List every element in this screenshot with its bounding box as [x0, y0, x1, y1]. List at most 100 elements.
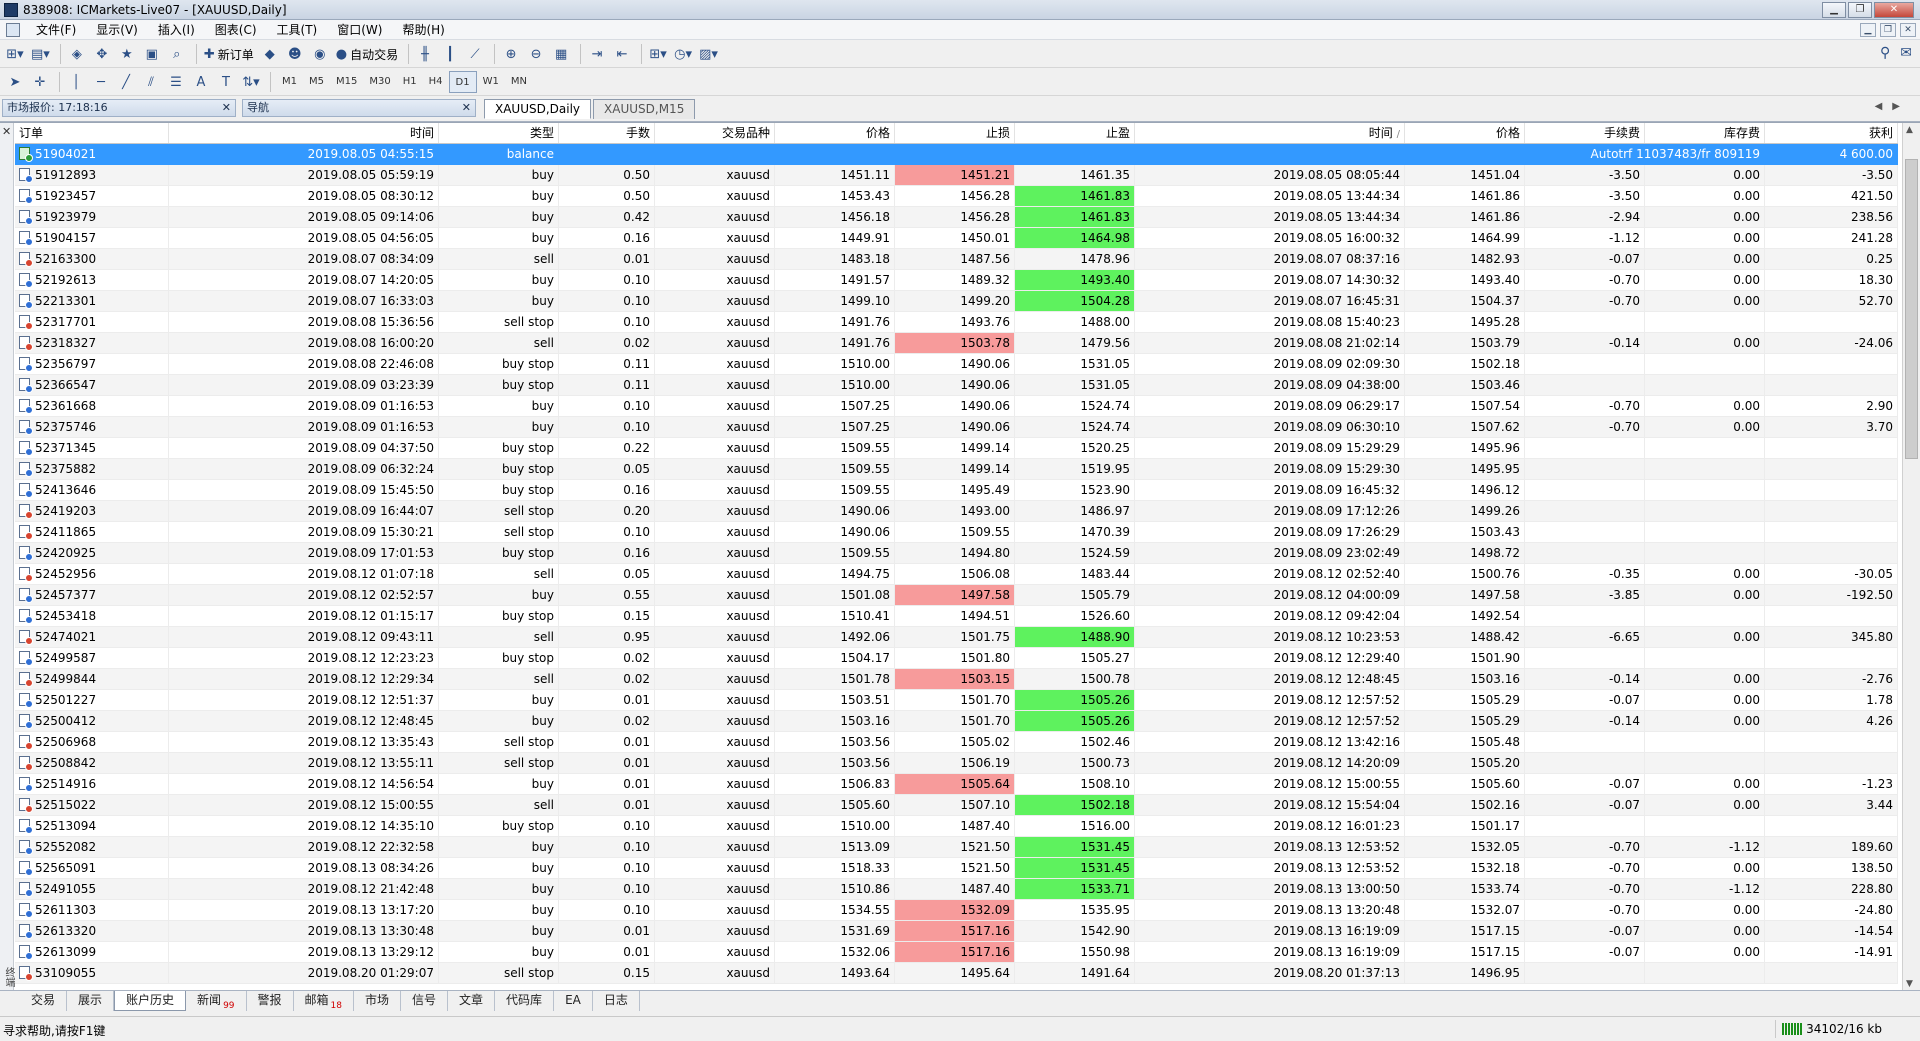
close-icon[interactable]: ✕ [462, 100, 471, 116]
col-swap[interactable]: 库存费 [1645, 123, 1765, 143]
table-row[interactable]: 52366547 2019.08.09 03:23:39 buy stop 0.11 x… [15, 375, 1898, 396]
profiles-icon[interactable]: ▤▾ [29, 43, 52, 65]
templates-icon[interactable]: ▨▾ [697, 43, 720, 65]
terminal-tab[interactable]: 警报 [247, 991, 294, 1011]
maximize-button[interactable]: ❐ [1848, 2, 1872, 18]
text-icon[interactable]: A [190, 71, 212, 93]
terminal-tab[interactable]: 新闻 99 [186, 991, 247, 1011]
navigator-icon[interactable]: ★ [116, 43, 138, 65]
menu-tools[interactable]: 工具(T) [267, 20, 328, 40]
terminal-icon[interactable]: ▣ [141, 43, 163, 65]
close-icon[interactable]: ✕ [222, 100, 231, 116]
terminal-tab[interactable]: 信号 [401, 991, 449, 1011]
table-row[interactable]: 51923979 2019.08.05 09:14:06 buy 0.42 xauusd… [15, 207, 1898, 228]
terminal-tab[interactable]: 文章 [448, 991, 496, 1011]
table-row[interactable]: 52453418 2019.08.12 01:15:17 buy stop 0.15 x… [15, 606, 1898, 627]
menu-file[interactable]: 文件(F) [26, 20, 86, 40]
minimize-button[interactable]: ▁ [1822, 2, 1846, 18]
channel-icon[interactable]: ⫽ [140, 71, 162, 93]
data-window-icon[interactable]: ✥ [91, 43, 113, 65]
timeframe-m30[interactable]: M30 [363, 71, 396, 93]
table-row[interactable]: 51904021 2019.08.05 04:55:15 balance Autotr… [15, 144, 1898, 165]
terminal-tab[interactable]: 账户历史 [114, 991, 187, 1011]
table-row[interactable]: 52513094 2019.08.12 14:35:10 buy stop 0.10 x… [15, 816, 1898, 837]
zoom-in-icon[interactable]: ⊕ [500, 43, 522, 65]
table-row[interactable]: 52500412 2019.08.12 12:48:45 buy 0.02 xauusd… [15, 711, 1898, 732]
timeframe-m1[interactable]: M1 [276, 71, 303, 93]
auto-trading-button[interactable]: ● 自动交易 [334, 43, 400, 65]
child-close-button[interactable]: ✕ [1900, 23, 1916, 37]
col-stop-loss[interactable]: 止损 [895, 123, 1015, 143]
menu-window[interactable]: 窗口(W) [327, 20, 392, 40]
menu-charts[interactable]: 图表(C) [205, 20, 267, 40]
table-row[interactable]: 52361668 2019.08.09 01:16:53 buy 0.10 xauusd… [15, 396, 1898, 417]
table-row[interactable]: 52474021 2019.08.12 09:43:11 sell 0.95 xauus… [15, 627, 1898, 648]
terminal-tab[interactable]: 代码库 [495, 991, 555, 1011]
table-row[interactable]: 52420925 2019.08.09 17:01:53 buy stop 0.16 x… [15, 543, 1898, 564]
tile-windows-icon[interactable]: ▦ [550, 43, 572, 65]
child-minimize-button[interactable]: ▁ [1860, 23, 1876, 37]
vps-icon[interactable]: ◉ [309, 43, 331, 65]
terminal-tab[interactable]: 市场 [354, 991, 402, 1011]
table-row[interactable]: 52515022 2019.08.12 15:00:55 sell 0.01 xauus… [15, 795, 1898, 816]
line-chart-icon[interactable]: ⟋ [464, 43, 486, 65]
horizontal-line-icon[interactable]: ─ [90, 71, 112, 93]
table-row[interactable]: 51912893 2019.08.05 05:59:19 buy 0.50 xauusd… [15, 165, 1898, 186]
chart-shift-icon[interactable]: ⇤ [611, 43, 633, 65]
scroll-up-icon[interactable]: ▲ [1906, 125, 1913, 135]
document-icon[interactable] [6, 22, 20, 37]
timeframe-w1[interactable]: W1 [477, 71, 505, 93]
terminal-tab[interactable]: 展示 [67, 991, 115, 1011]
table-row[interactable]: 52613099 2019.08.13 13:29:12 buy 0.01 xauusd… [15, 942, 1898, 963]
table-row[interactable]: 52613320 2019.08.13 13:30:48 buy 0.01 xauusd… [15, 921, 1898, 942]
terminal-tab[interactable]: 交易 [20, 991, 68, 1011]
periods-icon[interactable]: ◷▾ [672, 43, 694, 65]
table-row[interactable]: 52452956 2019.08.12 01:07:18 sell 0.05 xauus… [15, 564, 1898, 585]
vertical-scrollbar[interactable]: ▲ ▼ [1902, 123, 1920, 991]
chart-tab-scroll[interactable]: ◀▶ [1875, 101, 1910, 112]
table-row[interactable]: 52514916 2019.08.12 14:56:54 buy 0.01 xauusd… [15, 774, 1898, 795]
new-order-button[interactable]: ✚ 新订单 [202, 43, 256, 65]
col-open-price[interactable]: 价格 [775, 123, 895, 143]
navigator-panel[interactable]: 导航 ✕ [242, 99, 476, 117]
timeframe-h4[interactable]: H4 [423, 71, 449, 93]
table-row[interactable]: 51904157 2019.08.05 04:56:05 buy 0.16 xauusd… [15, 228, 1898, 249]
auto-scroll-icon[interactable]: ⇥ [586, 43, 608, 65]
table-row[interactable]: 52508842 2019.08.12 13:55:11 sell stop 0.01… [15, 753, 1898, 774]
table-row[interactable]: 52499844 2019.08.12 12:29:34 sell 0.02 xauus… [15, 669, 1898, 690]
table-row[interactable]: 52356797 2019.08.08 22:46:08 buy stop 0.11 x… [15, 354, 1898, 375]
crosshair-icon[interactable]: ✛ [29, 71, 51, 93]
table-row[interactable]: 52163300 2019.08.07 08:34:09 sell 0.01 xauus… [15, 249, 1898, 270]
table-row[interactable]: 53109055 2019.08.20 01:29:07 sell stop 0.15… [15, 963, 1898, 984]
fibonacci-icon[interactable]: ☰ [165, 71, 187, 93]
timeframe-d1[interactable]: D1 [448, 71, 477, 93]
close-icon[interactable]: ✕ [2, 125, 11, 138]
col-commission[interactable]: 手续费 [1525, 123, 1645, 143]
col-type[interactable]: 类型 [439, 123, 559, 143]
timeframe-m5[interactable]: M5 [303, 71, 330, 93]
vertical-line-icon[interactable]: │ [65, 71, 87, 93]
connection-status[interactable]: 34102/16 kb [1775, 1020, 1882, 1038]
menu-help[interactable]: 帮助(H) [392, 20, 454, 40]
table-row[interactable]: 52318327 2019.08.08 16:00:20 sell 0.02 xauus… [15, 333, 1898, 354]
menu-insert[interactable]: 插入(I) [148, 20, 205, 40]
col-symbol[interactable]: 交易品种 [655, 123, 775, 143]
col-lots[interactable]: 手数 [559, 123, 655, 143]
child-restore-button[interactable]: ❐ [1880, 23, 1896, 37]
trendline-icon[interactable]: ╱ [115, 71, 137, 93]
cursor-icon[interactable]: ➤ [4, 71, 26, 93]
table-row[interactable]: 52611303 2019.08.13 13:17:20 buy 0.10 xauusd… [15, 900, 1898, 921]
terminal-tab[interactable]: 邮箱 18 [294, 991, 354, 1011]
market-watch-icon[interactable]: ◈ [66, 43, 88, 65]
table-row[interactable]: 52565091 2019.08.13 08:34:26 buy 0.10 xauusd… [15, 858, 1898, 879]
bar-chart-icon[interactable]: ╫ [414, 43, 436, 65]
metaeditor-icon[interactable]: ◆ [259, 43, 281, 65]
arrows-icon[interactable]: ⇅▾ [240, 71, 262, 93]
table-row[interactable]: 52506968 2019.08.12 13:35:43 sell stop 0.01… [15, 732, 1898, 753]
timeframe-mn[interactable]: MN [505, 71, 533, 93]
table-row[interactable]: 52411865 2019.08.09 15:30:21 sell stop 0.10… [15, 522, 1898, 543]
signals-icon[interactable]: ☻ [284, 43, 306, 65]
table-row[interactable]: 52499587 2019.08.12 12:23:23 buy stop 0.02 x… [15, 648, 1898, 669]
chart-tab-xauusd-daily[interactable]: XAUUSD,Daily [484, 99, 592, 119]
table-row[interactable]: 52213301 2019.08.07 16:33:03 buy 0.10 xauusd… [15, 291, 1898, 312]
